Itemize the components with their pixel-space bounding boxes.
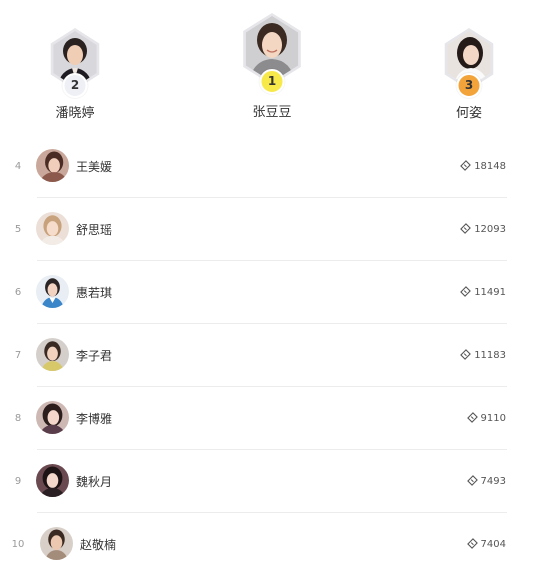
ticket-icon bbox=[466, 411, 478, 423]
row-rank: 9 bbox=[14, 476, 22, 487]
row-rank: 7 bbox=[14, 350, 22, 361]
podium-item-rank-3[interactable]: 3 何姿 bbox=[434, 28, 504, 121]
row-score: 7493 bbox=[466, 464, 506, 500]
row-name: 舒思瑶 bbox=[76, 223, 113, 237]
divider bbox=[37, 449, 507, 450]
avatar bbox=[36, 401, 69, 434]
row-name: 赵敬楠 bbox=[80, 538, 117, 552]
row-score: 7404 bbox=[466, 527, 506, 563]
ranking-row[interactable]: 9 魏秋月 7493 bbox=[0, 464, 551, 527]
divider bbox=[37, 323, 507, 324]
row-score: 11183 bbox=[460, 338, 506, 374]
row-name: 魏秋月 bbox=[76, 475, 113, 489]
rank-3-medal: 3 bbox=[456, 73, 482, 98]
row-rank: 5 bbox=[14, 224, 22, 235]
ranking-row[interactable]: 4 王美媛 18148 bbox=[0, 149, 551, 212]
avatar bbox=[40, 527, 73, 560]
score-value: 9110 bbox=[480, 413, 506, 424]
row-rank: 4 bbox=[14, 161, 22, 172]
ranking-row[interactable]: 5 舒思瑶 12093 bbox=[0, 212, 551, 275]
score-value: 11183 bbox=[474, 350, 506, 361]
ranking-row[interactable]: 10 赵敬楠 7404 bbox=[0, 527, 551, 566]
avatar bbox=[36, 149, 69, 182]
podium-name-rank-3: 何姿 bbox=[455, 106, 482, 121]
divider bbox=[37, 260, 507, 261]
divider bbox=[37, 197, 507, 198]
row-score: 11491 bbox=[460, 275, 506, 311]
podium-item-rank-1[interactable]: 1 张豆豆 bbox=[236, 13, 308, 120]
rank-2-medal: 2 bbox=[62, 73, 88, 98]
score-value: 7493 bbox=[480, 476, 506, 487]
row-score: 9110 bbox=[466, 401, 506, 437]
ticket-icon bbox=[460, 285, 472, 297]
ranking-row[interactable]: 7 李子君 11183 bbox=[0, 338, 551, 401]
row-name: 惠若琪 bbox=[76, 286, 113, 300]
ticket-icon bbox=[466, 537, 478, 549]
row-score: 12093 bbox=[460, 212, 506, 248]
row-name: 李博雅 bbox=[76, 412, 113, 426]
rank-1-medal: 1 bbox=[259, 69, 285, 94]
ranking-row[interactable]: 8 李博雅 9110 bbox=[0, 401, 551, 464]
divider bbox=[37, 386, 507, 387]
score-value: 7404 bbox=[480, 539, 506, 550]
row-name: 李子君 bbox=[76, 349, 113, 363]
podium-name-rank-2: 潘晓婷 bbox=[55, 106, 95, 121]
row-rank: 8 bbox=[14, 413, 22, 424]
row-rank: 6 bbox=[14, 287, 22, 298]
row-name: 王美媛 bbox=[76, 160, 113, 174]
podium-name-rank-1: 张豆豆 bbox=[252, 105, 292, 120]
score-value: 18148 bbox=[474, 161, 506, 172]
row-score: 18148 bbox=[460, 149, 506, 185]
ticket-icon bbox=[460, 348, 472, 360]
divider bbox=[37, 512, 507, 513]
score-value: 11491 bbox=[474, 287, 506, 298]
podium-item-rank-2[interactable]: 2 潘晓婷 bbox=[40, 28, 110, 121]
avatar bbox=[36, 338, 69, 371]
ranking-row[interactable]: 6 惠若琪 11491 bbox=[0, 275, 551, 338]
row-rank: 10 bbox=[11, 539, 25, 550]
score-value: 12093 bbox=[474, 224, 506, 235]
ticket-icon bbox=[466, 474, 478, 486]
avatar bbox=[36, 275, 69, 308]
avatar bbox=[36, 212, 69, 245]
avatar bbox=[36, 464, 69, 497]
ticket-icon bbox=[460, 222, 472, 234]
ticket-icon bbox=[460, 159, 472, 171]
leaderboard-page: 2 潘晓婷 1 张豆豆 3 何姿 4 王美媛 18148 5 舒思瑶 12093… bbox=[0, 0, 551, 566]
